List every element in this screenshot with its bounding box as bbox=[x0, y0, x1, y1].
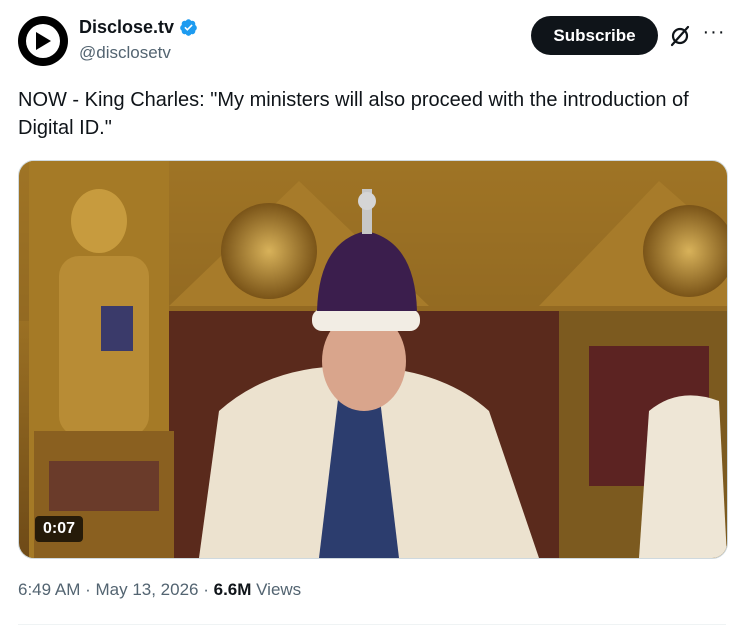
author-name-row: Disclose.tv bbox=[79, 17, 198, 38]
video-duration-badge: 0:07 bbox=[35, 516, 84, 542]
tweet-metadata: 6:49 AM · May 13, 2026 · 6.6M Views bbox=[18, 580, 301, 600]
avatar[interactable] bbox=[18, 16, 68, 66]
display-name[interactable]: Disclose.tv bbox=[79, 17, 174, 38]
meta-separator: · bbox=[80, 580, 96, 599]
play-logo-icon bbox=[26, 24, 60, 58]
views-label: Views bbox=[251, 580, 302, 599]
tweet-time[interactable]: 6:49 AM bbox=[18, 580, 80, 599]
subscribe-button[interactable]: Subscribe bbox=[531, 16, 658, 55]
tweet-text: NOW - King Charles: "My ministers will a… bbox=[18, 89, 689, 139]
divider bbox=[18, 624, 726, 625]
video-frame bbox=[19, 161, 727, 558]
views-count: 6.6M bbox=[213, 580, 252, 599]
meta-separator: · bbox=[198, 580, 214, 599]
tweet-date[interactable]: May 13, 2026 bbox=[95, 580, 198, 599]
video-player[interactable] bbox=[18, 160, 728, 559]
more-options-icon[interactable]: ··· bbox=[702, 22, 726, 46]
grok-icon[interactable] bbox=[668, 24, 692, 48]
verified-badge-icon bbox=[180, 19, 197, 36]
author-handle[interactable]: @disclosetv bbox=[79, 43, 171, 63]
